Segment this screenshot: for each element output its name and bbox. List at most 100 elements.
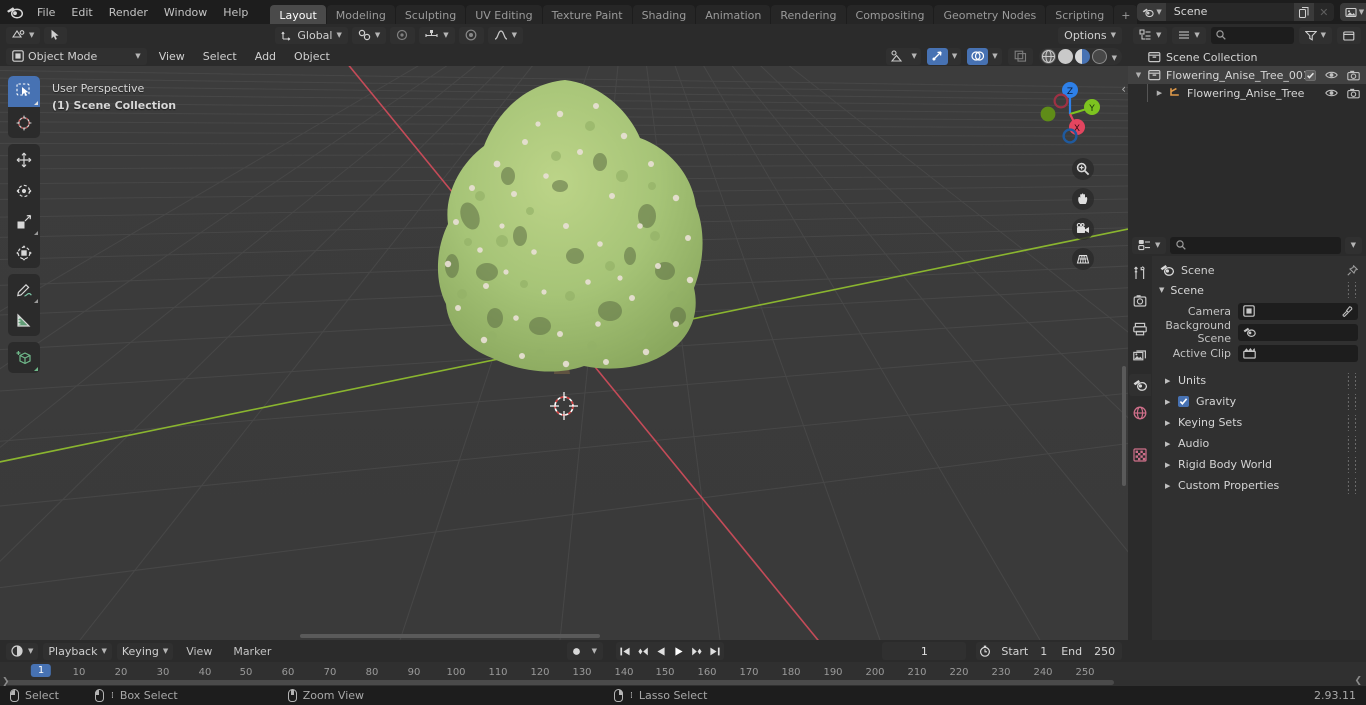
timeline-menu-marker[interactable]: Marker xyxy=(225,642,279,661)
object-mode-dropdown[interactable]: Object Mode ▼ xyxy=(6,47,147,65)
snapping-mode-button[interactable]: ▼ xyxy=(419,26,455,44)
disable-in-renders-icon[interactable] xyxy=(1347,70,1360,81)
menu-object[interactable]: Object xyxy=(288,48,336,65)
outliner-editor-type-button[interactable]: ▼ xyxy=(1133,26,1168,44)
playback-controls[interactable] xyxy=(616,642,725,660)
output-tab[interactable] xyxy=(1129,318,1151,340)
xray-toggle[interactable] xyxy=(1007,47,1033,65)
disclosure-triangle-icon[interactable]: ▶ xyxy=(1165,482,1170,490)
overlays-group[interactable]: ▼ xyxy=(967,47,1002,65)
workspace-tab-layout[interactable]: Layout xyxy=(270,4,326,26)
disclosure-triangle-icon[interactable]: ▶ xyxy=(1165,461,1170,469)
outliner-display-mode-button[interactable]: ▼ xyxy=(1172,26,1206,44)
properties-search-input[interactable] xyxy=(1170,236,1341,254)
disclosure-triangle-icon[interactable]: ▶ xyxy=(1165,419,1170,427)
3d-viewport[interactable]: User Perspective (1) Scene Collection Z … xyxy=(0,66,1128,640)
scene-icon[interactable]: ▼ xyxy=(1137,3,1166,21)
workspace-tab-shading[interactable]: Shading xyxy=(632,4,696,26)
chevron-down-icon[interactable]: ▼ xyxy=(1108,50,1121,63)
view-layer-icon[interactable]: ▼ xyxy=(1339,3,1366,21)
timeline-scrollbar[interactable] xyxy=(6,680,1114,685)
chevron-down-icon[interactable]: ▼ xyxy=(948,48,961,65)
view-layer-selector[interactable]: ▼ View Layer ✕ xyxy=(1339,3,1366,21)
outliner-filter-button[interactable]: ▼ xyxy=(1298,26,1332,44)
wireframe-shading-icon[interactable] xyxy=(1040,48,1056,64)
use-preview-range-icon[interactable] xyxy=(976,642,994,660)
menu-render[interactable]: Render xyxy=(101,3,156,22)
active-clip-field[interactable] xyxy=(1238,344,1358,362)
eyedropper-icon[interactable] xyxy=(1342,305,1353,317)
proportional-editing-toggle[interactable] xyxy=(390,26,416,44)
outliner-search-input[interactable] xyxy=(1210,26,1294,44)
units-panel[interactable]: ▶ Units : : : :: : : : xyxy=(1152,370,1366,391)
scene-panel-header[interactable]: ▼ Scene : : : :: : : : xyxy=(1152,280,1366,300)
workspace-tab-animation[interactable]: Animation xyxy=(696,4,771,26)
checkbox-exclude-icon[interactable] xyxy=(1305,69,1316,81)
menu-file[interactable]: File xyxy=(29,3,63,22)
playback-dropdown[interactable]: Playback ▼ xyxy=(43,642,112,660)
workspace-tab-rendering[interactable]: Rendering xyxy=(771,4,846,26)
current-frame-field[interactable]: 1 xyxy=(882,642,967,660)
jump-to-start-button[interactable] xyxy=(616,642,634,660)
workspace-tab-scripting[interactable]: Scripting xyxy=(1046,4,1114,26)
outliner-row-collection[interactable]: ▼ Flowering_Anise_Tree_001 xyxy=(1128,66,1366,84)
viewport-scrollbar-vertical[interactable] xyxy=(1122,366,1126,486)
end-frame-field[interactable]: End 250 xyxy=(1054,642,1122,660)
camera-field[interactable] xyxy=(1238,302,1358,320)
add-workspace-button[interactable]: + xyxy=(1114,4,1138,26)
tweak-select-tool[interactable] xyxy=(8,76,40,107)
show-overlays-icon[interactable] xyxy=(967,47,989,65)
timeline-ruler[interactable]: 1 10 20 30 40 50 60 70 80 90 100 110 120… xyxy=(0,662,1366,687)
audio-panel[interactable]: ▶ Audio : : : :: : : : xyxy=(1152,433,1366,454)
frame-range-group[interactable]: Start 1 End 250 xyxy=(976,642,1123,660)
snap-magnet-toggle[interactable]: ▼ xyxy=(351,26,387,44)
tool-tab[interactable] xyxy=(1129,262,1151,284)
pin-icon[interactable] xyxy=(1347,264,1358,276)
toggle-perspective-icon[interactable] xyxy=(1072,248,1094,270)
chevron-down-icon[interactable]: ▼ xyxy=(988,48,1001,65)
menu-window[interactable]: Window xyxy=(156,3,215,22)
workspace-tab-uv-editing[interactable]: UV Editing xyxy=(466,4,542,26)
auto-keying-group[interactable]: ▼ xyxy=(567,642,604,660)
move-tool[interactable] xyxy=(8,144,40,175)
workspace-tab-geometry-nodes[interactable]: Geometry Nodes xyxy=(934,4,1046,26)
timeline-editor-type-button[interactable]: ▼ xyxy=(6,642,39,660)
outliner-row-scene-collection[interactable]: Scene Collection xyxy=(1128,48,1366,66)
navigation-gizmo[interactable]: Z Y X xyxy=(1034,78,1106,150)
hide-in-viewport-icon[interactable] xyxy=(1325,70,1338,80)
disclosure-triangle-icon[interactable]: ▶ xyxy=(1153,89,1166,97)
keying-sets-panel[interactable]: ▶ Keying Sets : : : :: : : : xyxy=(1152,412,1366,433)
sidebar-collapse-icon[interactable]: ‹ xyxy=(1121,82,1126,96)
solid-shading-icon[interactable] xyxy=(1057,48,1073,64)
scene-tab[interactable] xyxy=(1129,374,1151,396)
rotate-tool[interactable] xyxy=(8,175,40,206)
play-reverse-button[interactable] xyxy=(652,642,670,660)
rendered-shading-icon[interactable] xyxy=(1091,48,1107,64)
chevron-down-icon[interactable]: ▼ xyxy=(585,642,603,660)
background-scene-field[interactable] xyxy=(1238,323,1358,341)
disable-in-renders-icon[interactable] xyxy=(1347,88,1360,99)
properties-options-button[interactable]: ▼ xyxy=(1344,236,1362,254)
viewport-options-button[interactable]: Options ▼ xyxy=(1058,26,1122,44)
view-layer-tab[interactable] xyxy=(1129,346,1151,368)
scale-tool[interactable] xyxy=(8,206,40,237)
timeline-collapse-icon[interactable]: ❮ xyxy=(1354,676,1362,686)
transform-orientation-dropdown[interactable]: Global ▼ xyxy=(275,26,348,44)
object-type-visibility-icon[interactable] xyxy=(886,48,907,65)
properties-editor-type-button[interactable]: ▼ xyxy=(1132,236,1167,254)
disclosure-triangle-icon[interactable]: ▼ xyxy=(1159,286,1164,294)
transform-tool[interactable] xyxy=(8,237,40,268)
measure-tool[interactable] xyxy=(8,305,40,336)
gravity-panel[interactable]: ▶ Gravity : : : :: : : : xyxy=(1152,391,1366,412)
menu-select[interactable]: Select xyxy=(197,48,243,65)
custom-properties-panel[interactable]: ▶ Custom Properties : : : :: : : : xyxy=(1152,475,1366,496)
menu-edit[interactable]: Edit xyxy=(63,3,100,22)
remove-scene-button[interactable]: ✕ xyxy=(1313,3,1334,21)
new-scene-button[interactable] xyxy=(1293,3,1314,21)
show-gizmo-icon[interactable] xyxy=(926,47,948,65)
gravity-checkbox[interactable] xyxy=(1178,396,1189,407)
gizmo-group[interactable]: ▼ xyxy=(926,47,962,65)
auto-keying-icon[interactable] xyxy=(567,642,585,660)
proportional-falloff-button[interactable]: ▼ xyxy=(487,26,524,44)
cursor-tool[interactable] xyxy=(8,107,40,138)
